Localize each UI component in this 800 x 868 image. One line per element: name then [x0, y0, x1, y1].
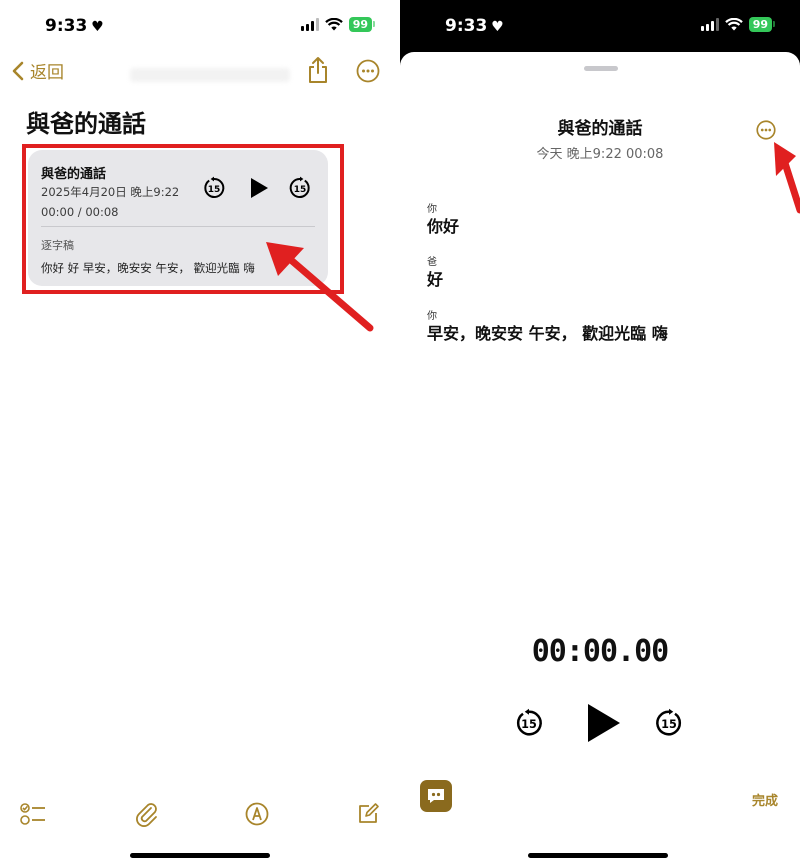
skip-back-15-icon[interactable]: 15 [514, 708, 544, 742]
note-title: 與爸的通話 [26, 110, 146, 138]
status-time: 9:33 [445, 16, 488, 36]
compose-icon[interactable] [356, 802, 380, 830]
status-time-group: 9:33 ♥ [445, 16, 504, 36]
chevron-left-icon [12, 61, 24, 80]
transcript-toggle-button[interactable] [420, 780, 452, 812]
share-icon[interactable] [306, 56, 330, 88]
heart-icon: ♥ [491, 19, 504, 35]
skip-forward-15-icon[interactable]: 15 [654, 708, 684, 742]
play-icon[interactable] [584, 702, 622, 748]
sheet-subtitle: 今天 晚上9:22 00:08 [536, 147, 664, 162]
svg-text:15: 15 [521, 718, 537, 731]
status-indicators: 99 [300, 17, 376, 32]
blurred-nav-title [130, 68, 290, 82]
more-options-icon[interactable] [356, 59, 380, 87]
attachment-icon[interactable] [135, 802, 159, 832]
cellular-signal-icon [300, 18, 319, 31]
red-arrow-icon [774, 142, 800, 214]
svg-text:15: 15 [661, 718, 677, 731]
home-indicator [528, 853, 668, 858]
markup-icon[interactable] [245, 802, 269, 830]
status-bar: 9:33 ♥ 99 [400, 0, 800, 54]
utterance-text: 好 [427, 270, 444, 289]
cellular-signal-icon [700, 18, 719, 31]
wifi-icon [724, 18, 743, 31]
utterance-text: 早安，晚安安 午安， 歡迎光臨 嗨 [427, 324, 668, 343]
battery-indicator: 99 [348, 17, 376, 32]
transcript-sheet: 與爸的通話 今天 晚上9:22 00:08 你 你好 爸 好 你 早安，晚安安 … [400, 52, 800, 868]
heart-icon: ♥ [91, 19, 104, 35]
utterance-text: 你好 [427, 217, 460, 236]
status-time-group: 9:33 ♥ [45, 16, 104, 36]
status-indicators: 99 [700, 17, 776, 32]
quote-bubble-icon [428, 789, 444, 803]
playback-timer: 00:00.00 [531, 634, 670, 669]
battery-indicator: 99 [748, 17, 776, 32]
status-time: 9:33 [45, 16, 88, 36]
notes-screen: 9:33 ♥ 99 返回 與爸的通話 與爸的通話 2025年4月20日 晚上9:2… [0, 0, 400, 868]
back-label: 返回 [30, 63, 64, 83]
sheet-title: 與爸的通話 [557, 119, 643, 139]
red-arrow-icon [266, 242, 374, 332]
back-button[interactable]: 返回 [12, 58, 64, 83]
checklist-icon[interactable] [20, 802, 46, 830]
transcript-screen: 9:33 ♥ 99 與爸的通話 今天 晚上9:22 00:08 你 你好 爸 好 … [400, 0, 800, 868]
status-bar: 9:33 ♥ 99 [0, 0, 400, 54]
done-button[interactable]: 完成 [752, 790, 778, 809]
sheet-grabber[interactable] [584, 66, 618, 71]
home-indicator [130, 853, 270, 858]
wifi-icon [324, 18, 343, 31]
